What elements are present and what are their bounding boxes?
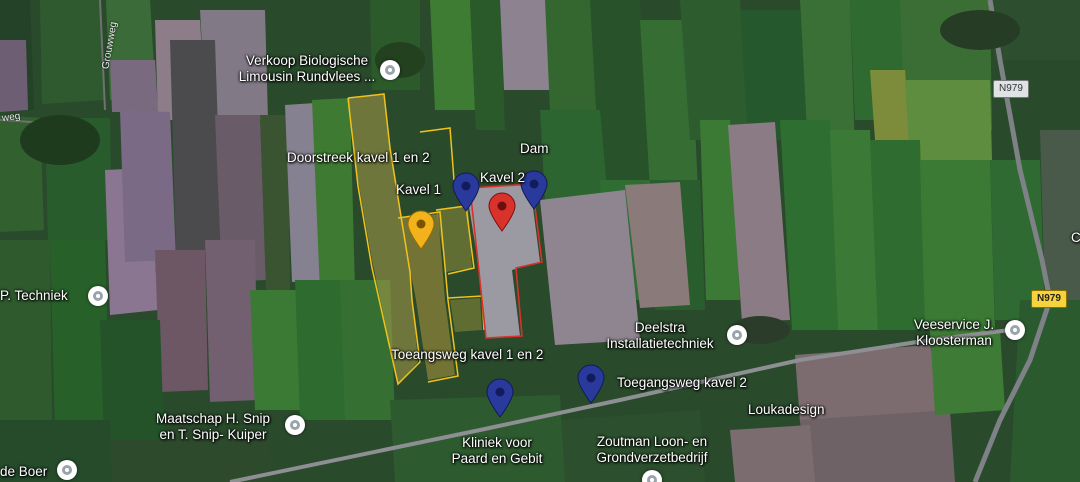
place-label-loukadesign: Loukadesign: [748, 402, 825, 417]
place-icon[interactable]: [1005, 320, 1025, 340]
marker-label-toegang-2: Toegangsweg kavel 2: [617, 375, 747, 390]
marker-label-kavel-2: Kavel 2: [480, 170, 526, 185]
marker-label-kavel-1: Kavel 1: [396, 182, 442, 197]
marker-label-toegang-1-2: Toeangsweg kavel 1 en 2: [391, 347, 544, 362]
place-label-veeservice: Veeservice J. Kloosterman: [913, 317, 995, 348]
place-label-de-boer: de Boer: [0, 464, 48, 479]
place-icon[interactable]: [88, 286, 108, 306]
blue-pin-icon[interactable]: [451, 172, 481, 212]
place-label-zoutman: Zoutman Loon- en Grondverzetbedrijf: [596, 434, 708, 465]
yellow-pin-icon[interactable]: [406, 210, 436, 250]
place-icon[interactable]: [727, 325, 747, 345]
place-icon[interactable]: [380, 60, 400, 80]
satellite-imagery: [0, 0, 1080, 482]
satellite-map[interactable]: N979 N979 Grouwweg weg Verkoop Biologisc…: [0, 0, 1080, 482]
marker-label-dam: Dam: [520, 141, 549, 156]
place-icon[interactable]: [285, 415, 305, 435]
place-icon[interactable]: [57, 460, 77, 480]
place-label-maatschap: Maatschap H. Snip en T. Snip- Kuiper: [155, 411, 271, 442]
place-label-verkoop: Verkoop Biologische Limousin Rundvlees .…: [238, 53, 376, 84]
blue-pin-icon[interactable]: [576, 364, 606, 404]
place-label-deelstra: Deelstra Installatietechniek: [606, 320, 714, 351]
place-label-edge: C: [1071, 230, 1080, 245]
road-shield: N979: [1031, 290, 1067, 308]
place-label-techniek: P. Techniek: [0, 288, 68, 303]
marker-label-doorstreek: Doorstreek kavel 1 en 2: [287, 150, 430, 165]
red-pin-icon[interactable]: [487, 192, 517, 232]
blue-pin-icon[interactable]: [485, 378, 515, 418]
place-label-kliniek: Kliniek voor Paard en Gebit: [451, 435, 543, 466]
road-shield: N979: [993, 80, 1029, 98]
